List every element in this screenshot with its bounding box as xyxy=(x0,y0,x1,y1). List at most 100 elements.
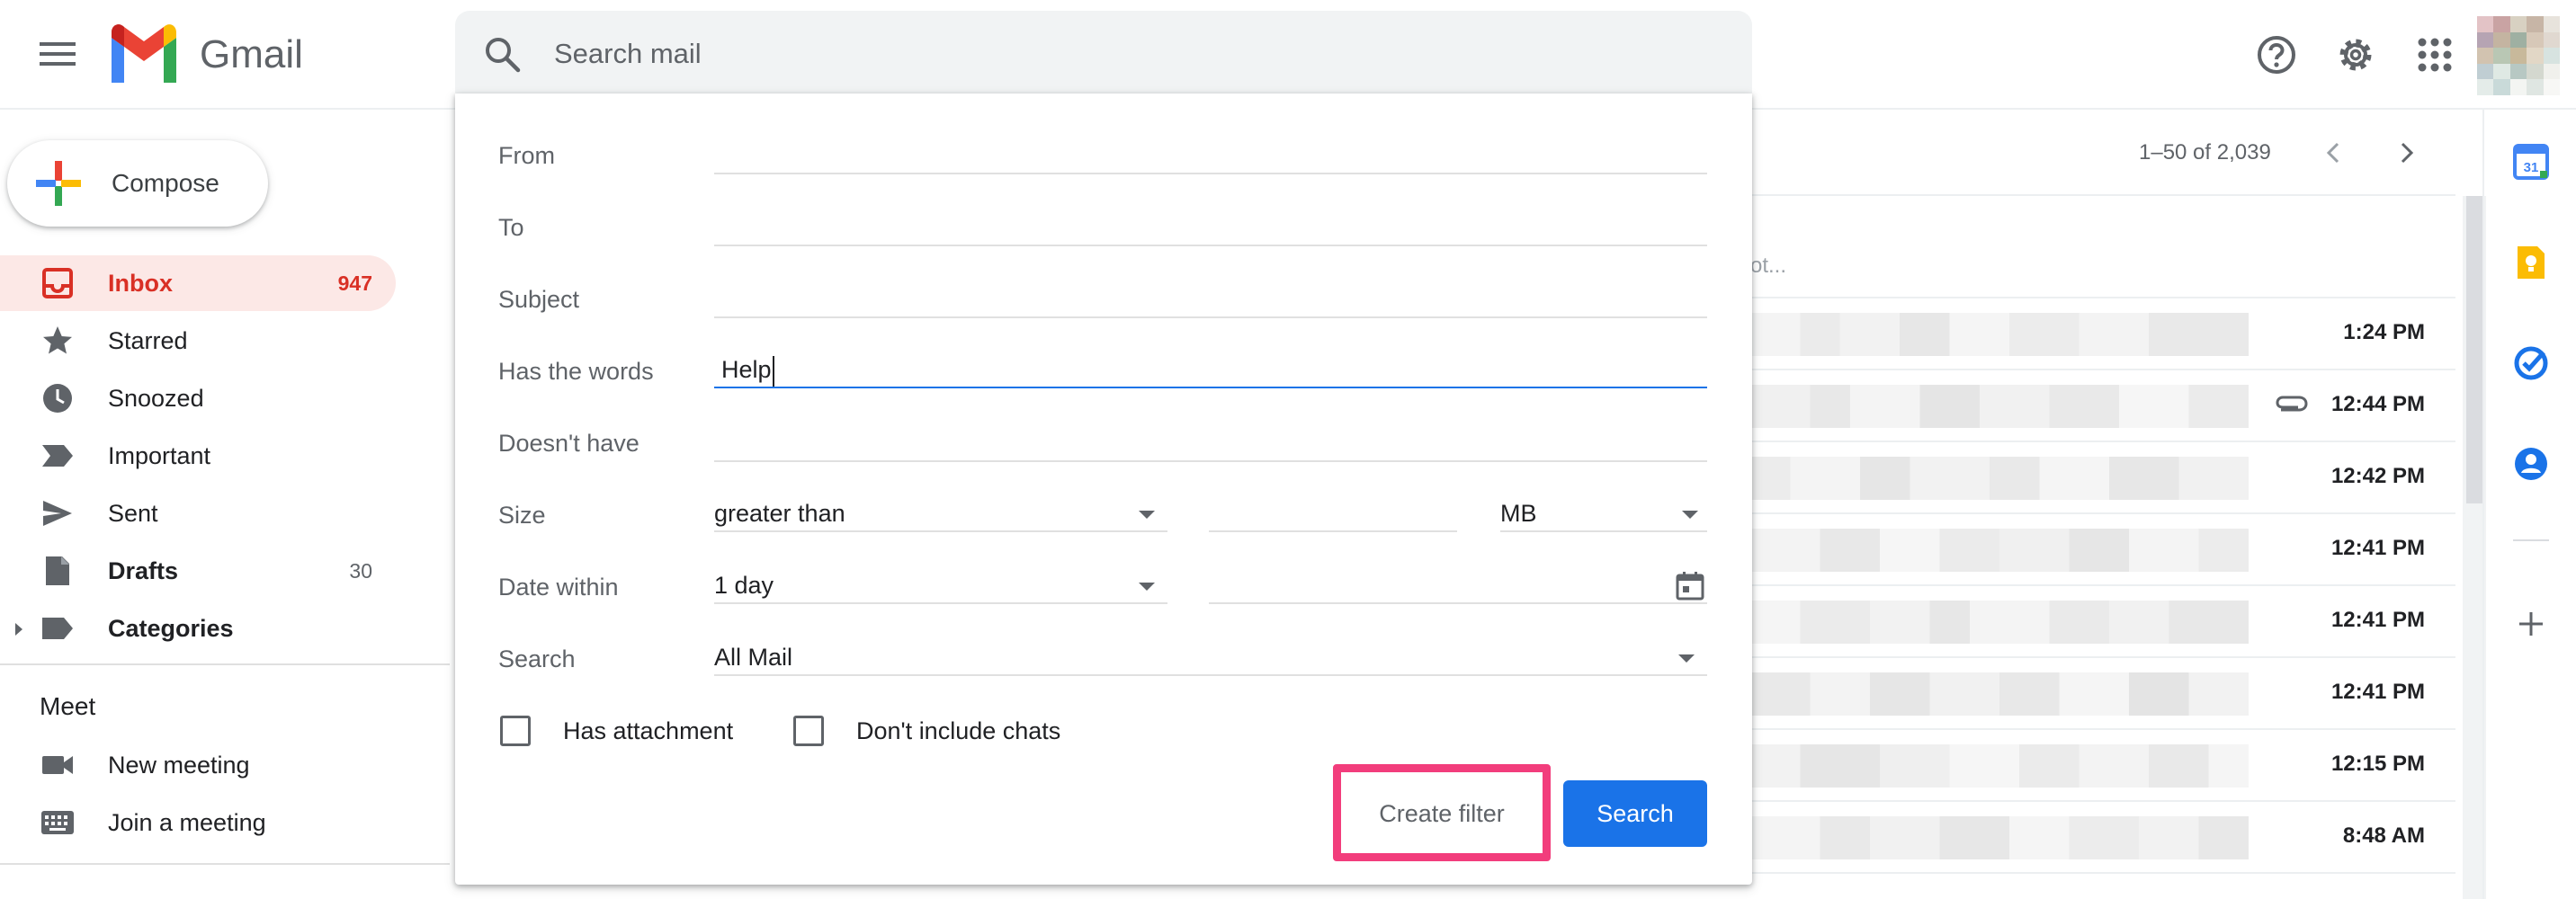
search-button[interactable]: Search xyxy=(1563,780,1707,847)
attachment-icon xyxy=(2276,396,2308,412)
keep-icon xyxy=(2518,246,2545,279)
account-avatar[interactable] xyxy=(2477,16,2560,95)
prev-page-button[interactable] xyxy=(2315,135,2351,171)
expand-arrow-icon[interactable] xyxy=(14,622,23,636)
dropdown-arrow-icon xyxy=(1678,654,1695,663)
sidebar-item-sent[interactable]: Sent xyxy=(0,485,396,541)
doesnt-have-label: Doesn't have xyxy=(498,430,640,457)
next-page-button[interactable] xyxy=(2389,135,2425,171)
calendar-picker-icon xyxy=(1676,572,1704,601)
gmail-logo[interactable] xyxy=(106,23,182,85)
calendar-button[interactable]: 31 xyxy=(2511,142,2551,182)
date-picker-button[interactable] xyxy=(1675,570,1705,601)
meet-heading: Meet xyxy=(40,692,96,720)
hamburger-icon xyxy=(40,42,76,66)
subject-label: Subject xyxy=(498,286,580,313)
sidebar-item-categories[interactable]: Categories xyxy=(0,601,396,656)
mail-time: 12:42 PM xyxy=(2330,464,2425,488)
sidebar-item-starred[interactable]: Starred xyxy=(0,313,396,369)
blurred-mail-preview xyxy=(1750,529,2249,572)
size-operator-value: greater than xyxy=(714,500,845,527)
get-addons-button[interactable] xyxy=(2511,604,2551,644)
mail-time: 12:44 PM xyxy=(2330,392,2425,416)
to-input[interactable] xyxy=(714,205,1707,243)
help-icon xyxy=(2258,36,2295,74)
apps-button[interactable] xyxy=(2412,32,2457,77)
blurred-mail-preview xyxy=(1750,457,2249,500)
subject-input[interactable] xyxy=(714,277,1707,315)
size-unit-value: MB xyxy=(1500,500,1537,527)
size-operator-select[interactable]: greater than xyxy=(714,493,1167,532)
tasks-button[interactable] xyxy=(2511,343,2551,383)
mail-row[interactable]: 12:41 PM xyxy=(1750,586,2455,658)
doesnt-have-input[interactable] xyxy=(714,421,1707,458)
has-attachment-label: Has attachment xyxy=(563,717,734,744)
has-attachment-checkbox[interactable] xyxy=(500,716,531,746)
search-scope-label: Search xyxy=(498,645,576,672)
date-input[interactable] xyxy=(1209,565,1650,602)
compose-label: Compose xyxy=(112,169,219,197)
calendar-icon: 31 xyxy=(2513,144,2549,180)
apps-grid-icon xyxy=(2418,38,2452,72)
mail-row[interactable]: 8:48 AM xyxy=(1750,802,2455,874)
dont-include-chats-checkbox[interactable] xyxy=(793,716,824,746)
search-icon[interactable] xyxy=(480,32,523,76)
sidebar-item-drafts[interactable]: Drafts 30 xyxy=(0,543,396,599)
sidebar-item-label: Snoozed xyxy=(108,384,204,412)
rail-divider xyxy=(2513,539,2549,541)
important-icon xyxy=(40,438,76,474)
compose-button[interactable]: Compose xyxy=(7,140,268,227)
sidebar-item-label: Categories xyxy=(108,614,234,642)
pagination-text: 1–50 of 2,039 xyxy=(2139,140,2271,165)
keep-button[interactable] xyxy=(2511,243,2551,282)
contacts-button[interactable] xyxy=(2511,444,2551,484)
date-within-select[interactable]: 1 day xyxy=(714,565,1167,604)
size-unit-select[interactable]: MB xyxy=(1500,493,1707,532)
unread-count: 947 xyxy=(337,271,372,295)
sidebar-item-label: Starred xyxy=(108,326,188,354)
blurred-mail-preview xyxy=(1750,744,2249,788)
sidebar-item-snoozed[interactable]: Snoozed xyxy=(0,370,396,426)
join-meeting-item[interactable]: Join a meeting xyxy=(0,795,396,850)
sidebar-divider xyxy=(0,663,450,665)
contacts-icon xyxy=(2515,448,2547,480)
mail-row[interactable]: 12:15 PM xyxy=(1750,730,2455,802)
label-icon xyxy=(40,610,76,646)
size-value-underline xyxy=(1209,530,1457,532)
blurred-mail-preview xyxy=(1750,601,2249,644)
mail-time: 12:41 PM xyxy=(2330,536,2425,560)
mail-time: 12:15 PM xyxy=(2330,752,2425,776)
size-value-input[interactable] xyxy=(1209,493,1457,530)
mail-row[interactable]: 12:42 PM xyxy=(1750,442,2455,514)
tasks-icon xyxy=(2514,346,2548,380)
sidebar-item-label: Drafts xyxy=(108,556,179,584)
create-filter-button[interactable]: Create filter xyxy=(1344,777,1540,850)
sidebar-item-label: Sent xyxy=(108,499,158,527)
help-button[interactable] xyxy=(2254,32,2299,77)
scrollbar-thumb[interactable] xyxy=(2466,196,2482,503)
blurred-mail-preview xyxy=(1750,385,2249,428)
dont-include-chats-label: Don't include chats xyxy=(856,717,1061,744)
clock-icon xyxy=(40,380,76,416)
gmail-wordmark: Gmail xyxy=(200,32,303,76)
mail-row[interactable]: 12:41 PM xyxy=(1750,514,2455,586)
new-meeting-item[interactable]: New meeting xyxy=(0,737,396,793)
mail-row[interactable]: 12:41 PM xyxy=(1750,658,2455,730)
sidebar-item-important[interactable]: Important xyxy=(0,428,396,484)
sidebar-item-inbox[interactable]: Inbox 947 xyxy=(0,255,396,311)
drafts-count: 30 xyxy=(349,558,372,583)
search-input[interactable] xyxy=(554,27,1364,81)
main-menu-button[interactable] xyxy=(25,25,90,83)
chevron-left-icon xyxy=(2326,142,2339,164)
mail-row[interactable]: 12:44 PM xyxy=(1750,370,2455,442)
side-panel-rail xyxy=(2482,110,2576,899)
from-input[interactable] xyxy=(714,133,1707,171)
search-scope-select[interactable]: All Mail xyxy=(714,636,1707,676)
mail-time: 8:48 AM xyxy=(2342,823,2425,848)
settings-button[interactable] xyxy=(2333,32,2378,77)
has-words-input[interactable] xyxy=(721,351,1702,388)
doesnt-have-underline xyxy=(714,460,1707,462)
mail-row[interactable]: 1:24 PM xyxy=(1750,298,2455,370)
to-label: To xyxy=(498,214,524,241)
mail-time: 1:24 PM xyxy=(2343,320,2425,344)
